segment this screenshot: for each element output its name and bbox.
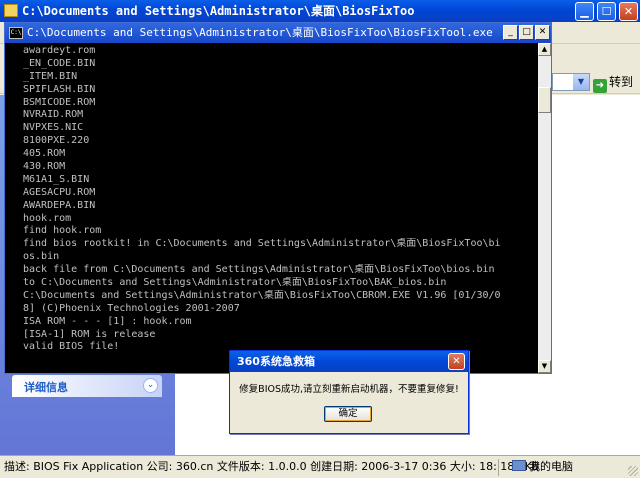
console-line: SPIFLASH.BIN — [23, 83, 96, 95]
console-line: back file from C:\Documents and Settings… — [23, 264, 495, 276]
go-label: 转到 — [609, 75, 634, 89]
console-line: os.bin — [23, 251, 60, 263]
dialog-title: 360系统急救箱 — [237, 355, 315, 368]
console-line: AGESACPU.ROM — [23, 186, 96, 198]
console-line: NVPXES.NIC — [23, 122, 84, 134]
status-divider — [498, 459, 499, 476]
status-zone: 我的电脑 — [512, 456, 573, 478]
explorer-title: C:\Documents and Settings\Administrator\… — [22, 4, 415, 18]
console-line: 430.ROM — [23, 161, 66, 173]
go-arrow-icon: ➜ — [593, 79, 607, 93]
console-line: BSMICODE.ROM — [23, 96, 96, 108]
scroll-thumb[interactable] — [538, 87, 551, 113]
console-line: 405.ROM — [23, 148, 66, 160]
dialog-title-bar[interactable]: 360系统急救箱 — [230, 351, 468, 372]
rescue-dialog: 360系统急救箱 ✕ 修复BIOS成功,请立刻重新启动机器，不要重复修复! 确定 — [229, 350, 469, 434]
explorer-title-bar[interactable]: C:\Documents and Settings\Administrator\… — [0, 0, 640, 22]
console-title: C:\Documents and Settings\Administrator\… — [27, 26, 493, 39]
desktop-screen: C:\Documents and Settings\Administrator\… — [0, 0, 640, 478]
resize-grip[interactable] — [628, 466, 638, 476]
computer-icon — [512, 460, 526, 471]
console-title-bar[interactable]: C:\ C:\Documents and Settings\Administra… — [5, 23, 551, 43]
console-line: [ISA-1] ROM is release — [23, 328, 156, 340]
details-pane-header[interactable]: 详细信息 ⌄ — [12, 375, 162, 397]
status-bar: 描述: BIOS Fix Application 公司: 360.cn 文件版本… — [0, 455, 640, 478]
scroll-up-icon[interactable]: ▲ — [538, 43, 551, 56]
chevron-down-icon[interactable]: ⌄ — [143, 378, 158, 393]
console-window: C:\ C:\Documents and Settings\Administra… — [4, 22, 552, 374]
console-minimize-button[interactable]: _ — [503, 25, 518, 40]
ok-button[interactable]: 确定 — [324, 406, 372, 422]
console-line: C:\Documents and Settings\Administrator\… — [23, 289, 501, 301]
console-maximize-button[interactable]: □ — [519, 25, 534, 40]
console-line: find hook.rom — [23, 225, 102, 237]
console-line: AWARDEPA.BIN — [23, 199, 96, 211]
console-line: awardeyt.rom — [23, 45, 96, 56]
chevron-down-icon[interactable]: ▼ — [573, 74, 589, 90]
console-line: ISA ROM - - - [1] : hook.rom — [23, 315, 192, 327]
status-computer-label: 我的电脑 — [529, 460, 573, 473]
go-button[interactable]: ➜ 转到 — [593, 73, 639, 93]
dialog-message: 修复BIOS成功,请立刻重新启动机器，不要重复修复! — [239, 384, 459, 395]
console-scrollbar[interactable]: ▲ ▼ — [538, 43, 551, 373]
console-line: to C:\Documents and Settings\Administrat… — [23, 277, 447, 289]
close-button[interactable]: ✕ — [619, 2, 638, 21]
address-input[interactable]: ▼ — [552, 73, 590, 91]
console-line: hook.rom — [23, 212, 72, 224]
console-line: M61A1_S.BIN — [23, 173, 90, 185]
console-line: _EN_CODE.BIN — [23, 57, 96, 69]
minimize-button[interactable]: ▁ — [575, 2, 594, 21]
console-line: 8] (C)Phoenix Technologies 2001-2007 — [23, 302, 240, 314]
details-label: 详细信息 — [24, 381, 68, 394]
console-close-button[interactable]: ✕ — [535, 25, 550, 40]
dialog-close-button[interactable]: ✕ — [448, 353, 465, 370]
console-line: NVRAID.ROM — [23, 109, 84, 121]
status-description: 描述: BIOS Fix Application 公司: 360.cn 文件版本… — [4, 460, 540, 473]
scroll-down-icon[interactable]: ▼ — [538, 360, 551, 373]
console-line: 8100PXE.220 — [23, 135, 90, 147]
console-icon: C:\ — [9, 27, 23, 39]
folder-icon — [4, 4, 18, 17]
maximize-button[interactable]: ☐ — [597, 2, 616, 21]
console-line: _ITEM.BIN — [23, 70, 78, 82]
console-line: find bios rootkit! in C:\Documents and S… — [23, 238, 501, 250]
console-output: awardeyt.rom _EN_CODE.BIN _ITEM.BIN SPIFLAS… — [23, 45, 539, 373]
